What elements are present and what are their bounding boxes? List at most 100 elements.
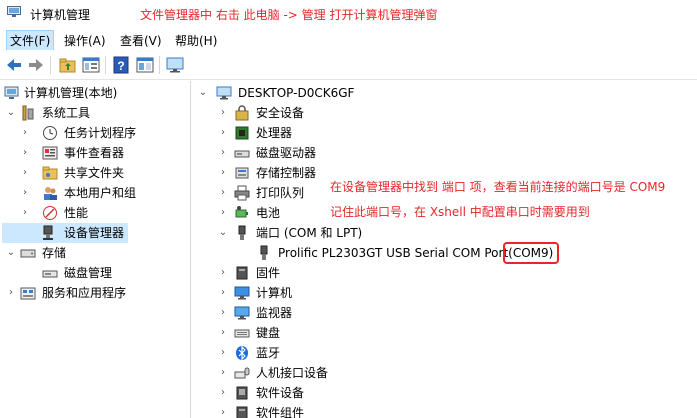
toolbar-separator bbox=[159, 56, 160, 74]
console-tree-icon[interactable] bbox=[81, 55, 101, 75]
device-category-label: 计算机 bbox=[256, 286, 293, 300]
menu-view[interactable]: 查看(V) bbox=[117, 31, 165, 50]
menu-help[interactable]: 帮助(H) bbox=[172, 31, 220, 50]
tree-label: 磁盘管理 bbox=[64, 266, 113, 280]
monitor-icon bbox=[234, 306, 250, 320]
device-category-label: 存储控制器 bbox=[256, 166, 317, 180]
com-port-highlight-box bbox=[503, 242, 559, 264]
chevron-right-icon[interactable]: › bbox=[218, 403, 228, 418]
chevron-down-icon[interactable]: ⌄ bbox=[6, 103, 16, 123]
tree-label: 本地用户和组 bbox=[64, 186, 137, 200]
keyboard-icon bbox=[234, 329, 250, 338]
tree-root-computer-management[interactable]: 计算机管理(本地) bbox=[2, 83, 188, 103]
tree-item-performance[interactable]: › 性能 bbox=[2, 203, 188, 223]
storage-controller-icon bbox=[235, 167, 249, 179]
performance-icon bbox=[43, 206, 57, 220]
device-category-label: 软件设备 bbox=[256, 386, 305, 400]
chevron-right-icon[interactable]: › bbox=[218, 283, 228, 303]
tree-item-shared-folders[interactable]: › 共享文件夹 bbox=[2, 163, 188, 183]
tree-item-disk-management[interactable]: 磁盘管理 bbox=[2, 263, 188, 283]
computer-icon bbox=[216, 86, 232, 100]
properties-icon[interactable] bbox=[135, 55, 155, 75]
chevron-right-icon[interactable]: › bbox=[218, 163, 228, 183]
chevron-right-icon[interactable]: › bbox=[20, 123, 30, 143]
device-category-label: 端口 (COM 和 LPT) bbox=[256, 226, 363, 240]
toolbar: ? bbox=[0, 50, 697, 80]
tree-label: 服务和应用程序 bbox=[42, 286, 127, 300]
chevron-right-icon[interactable]: › bbox=[6, 283, 16, 303]
menu-action[interactable]: 操作(A) bbox=[61, 31, 109, 50]
tree-item-services-apps[interactable]: › 服务和应用程序 bbox=[2, 283, 188, 303]
chevron-down-icon[interactable]: ⌄ bbox=[218, 223, 228, 243]
help-icon[interactable]: ? bbox=[111, 55, 131, 75]
chevron-right-icon[interactable]: › bbox=[20, 203, 30, 223]
monitor-icon[interactable] bbox=[165, 55, 185, 75]
svg-text:?: ? bbox=[117, 59, 124, 73]
device-category-label: 监视器 bbox=[256, 306, 293, 320]
tree-label: 设备管理器 bbox=[64, 226, 125, 240]
chevron-right-icon[interactable]: › bbox=[218, 363, 228, 383]
forward-arrow-icon[interactable] bbox=[26, 55, 46, 75]
chevron-down-icon[interactable]: ⌄ bbox=[6, 243, 16, 263]
chevron-right-icon[interactable]: › bbox=[218, 383, 228, 403]
tree-item-event-viewer[interactable]: › 事件查看器 bbox=[2, 143, 188, 163]
up-folder-icon[interactable] bbox=[58, 55, 78, 75]
users-icon bbox=[44, 187, 57, 200]
chevron-right-icon[interactable]: › bbox=[20, 163, 30, 183]
chevron-right-icon[interactable]: › bbox=[20, 143, 30, 163]
back-arrow-icon[interactable] bbox=[4, 55, 24, 75]
computer-icon bbox=[234, 286, 250, 300]
chevron-right-icon[interactable]: › bbox=[218, 183, 228, 203]
software-device-icon bbox=[236, 386, 248, 400]
device-category-label: 处理器 bbox=[256, 126, 293, 140]
device-category-label: 软件组件 bbox=[256, 406, 305, 418]
tree-item-local-users[interactable]: › 本地用户和组 bbox=[2, 183, 188, 203]
device-tree-pane[interactable]: ⌄ DESKTOP-D0CK6GF › 安全设备 › 处理器 › 磁盘驱动器 ›… bbox=[192, 81, 697, 418]
chevron-right-icon[interactable]: › bbox=[218, 143, 228, 163]
tools-icon bbox=[22, 105, 34, 121]
computer-name: DESKTOP-D0CK6GF bbox=[238, 86, 355, 100]
annotation-top: 文件管理器中 右击 此电脑 -> 管理 打开计算机管理弹窗 bbox=[140, 8, 438, 22]
device-category-label: 磁盘驱动器 bbox=[256, 146, 317, 160]
port-icon bbox=[238, 225, 246, 240]
console-tree-pane[interactable]: 计算机管理(本地) ⌄ 系统工具 › 任务计划程序 › 事件查看器 › 共享文件… bbox=[0, 81, 191, 418]
tree-label: 系统工具 bbox=[42, 106, 91, 120]
hid-icon bbox=[234, 367, 250, 379]
tree-item-system-tools[interactable]: ⌄ 系统工具 bbox=[2, 103, 188, 123]
tree-label: 共享文件夹 bbox=[64, 166, 125, 180]
software-component-icon bbox=[236, 406, 248, 418]
tree-label: 事件查看器 bbox=[64, 146, 125, 160]
menu-bar: 文件(F) 操作(A) 查看(V) 帮助(H) bbox=[0, 28, 697, 51]
tree-label: 任务计划程序 bbox=[64, 126, 137, 140]
annotation-find-port: 在设备管理器中找到 端口 项，查看当前连接的端口号是 COM9 bbox=[330, 180, 666, 194]
device-category-label: 电池 bbox=[256, 206, 281, 220]
chevron-right-icon[interactable]: › bbox=[218, 323, 228, 343]
tree-item-storage[interactable]: ⌄ 存储 bbox=[2, 243, 188, 263]
battery-icon bbox=[235, 206, 248, 218]
clock-icon bbox=[43, 126, 57, 140]
chevron-right-icon[interactable]: › bbox=[20, 183, 30, 203]
processor-icon bbox=[235, 126, 249, 140]
bluetooth-icon bbox=[236, 345, 248, 361]
chevron-right-icon[interactable]: › bbox=[218, 203, 228, 223]
device-name: Prolific PL2303GT USB Serial COM Port bbox=[278, 246, 509, 260]
menu-file[interactable]: 文件(F) bbox=[6, 30, 55, 51]
chevron-right-icon[interactable]: › bbox=[218, 303, 228, 323]
tree-item-device-manager[interactable]: 设备管理器 bbox=[2, 223, 128, 243]
tree-item-task-scheduler[interactable]: › 任务计划程序 bbox=[2, 123, 188, 143]
chevron-right-icon[interactable]: › bbox=[218, 123, 228, 143]
device-category-label: 人机接口设备 bbox=[256, 366, 329, 380]
printer-icon bbox=[234, 185, 250, 201]
chevron-right-icon[interactable]: › bbox=[218, 343, 228, 363]
annotation-remember-port: 记住此端口号，在 Xshell 中配置串口时需要用到 bbox=[330, 205, 590, 219]
chevron-right-icon[interactable]: › bbox=[218, 103, 228, 123]
device-category-label: 安全设备 bbox=[256, 106, 305, 120]
computer-management-icon bbox=[4, 86, 19, 99]
tree-label: 存储 bbox=[42, 246, 67, 260]
chevron-down-icon[interactable]: ⌄ bbox=[198, 83, 208, 103]
shared-folder-icon bbox=[42, 166, 58, 180]
chevron-right-icon[interactable]: › bbox=[218, 263, 228, 283]
title-bar: 计算机管理 文件管理器中 右击 此电脑 -> 管理 打开计算机管理弹窗 bbox=[0, 0, 697, 28]
toolbar-separator bbox=[105, 56, 106, 74]
disk-drive-icon bbox=[234, 150, 250, 158]
